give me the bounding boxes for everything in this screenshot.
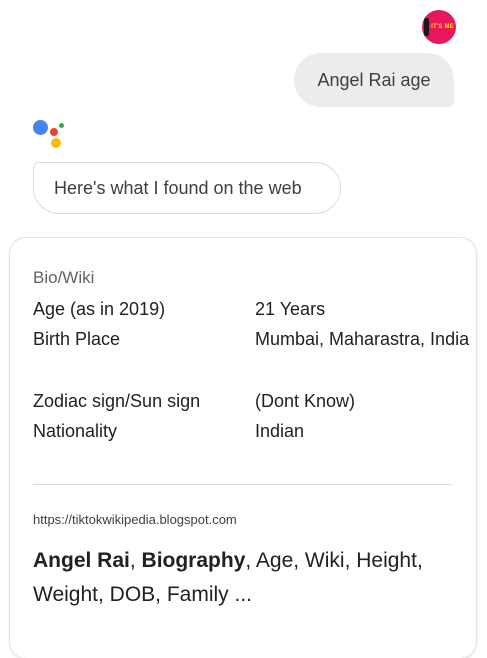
search-result-card[interactable]: Bio/Wiki Age (as in 2019) 21 Years Birth… (10, 238, 476, 658)
logo-red-dot (50, 128, 58, 136)
info-value: Indian (255, 421, 305, 441)
logo-blue-dot (33, 120, 48, 135)
card-divider (33, 484, 452, 485)
info-value: Mumbai, Maharastra, India (255, 329, 470, 349)
info-value: 21 Years (255, 299, 326, 319)
info-label: Age (as in 2019) (33, 299, 166, 319)
info-value: (Dont Know) (255, 391, 356, 411)
title-separator: , (129, 549, 142, 572)
info-label: Birth Place (33, 329, 121, 349)
logo-yellow-dot (51, 138, 61, 148)
avatar-label: IT'S ME (431, 24, 454, 30)
title-bold-name: Angel Rai (33, 549, 130, 572)
card-heading: Bio/Wiki (33, 268, 95, 287)
title-bold-biography: Biography (141, 549, 246, 572)
result-title-link[interactable]: Angel Rai, Biography, Age, Wiki, Height,… (33, 544, 453, 612)
google-assistant-logo-icon (33, 120, 69, 152)
info-label: Nationality (33, 421, 118, 441)
info-label: Zodiac sign/Sun sign (33, 391, 201, 411)
user-query-bubble: Angel Rai age (294, 53, 454, 107)
assistant-reply-bubble: Here's what I found on the web (33, 162, 341, 214)
logo-green-dot (59, 123, 64, 128)
avatar-figure-icon (424, 18, 430, 36)
source-url-link[interactable]: https://tiktokwikipedia.blogspot.com (33, 512, 237, 527)
user-avatar[interactable]: IT'S ME (422, 10, 456, 44)
